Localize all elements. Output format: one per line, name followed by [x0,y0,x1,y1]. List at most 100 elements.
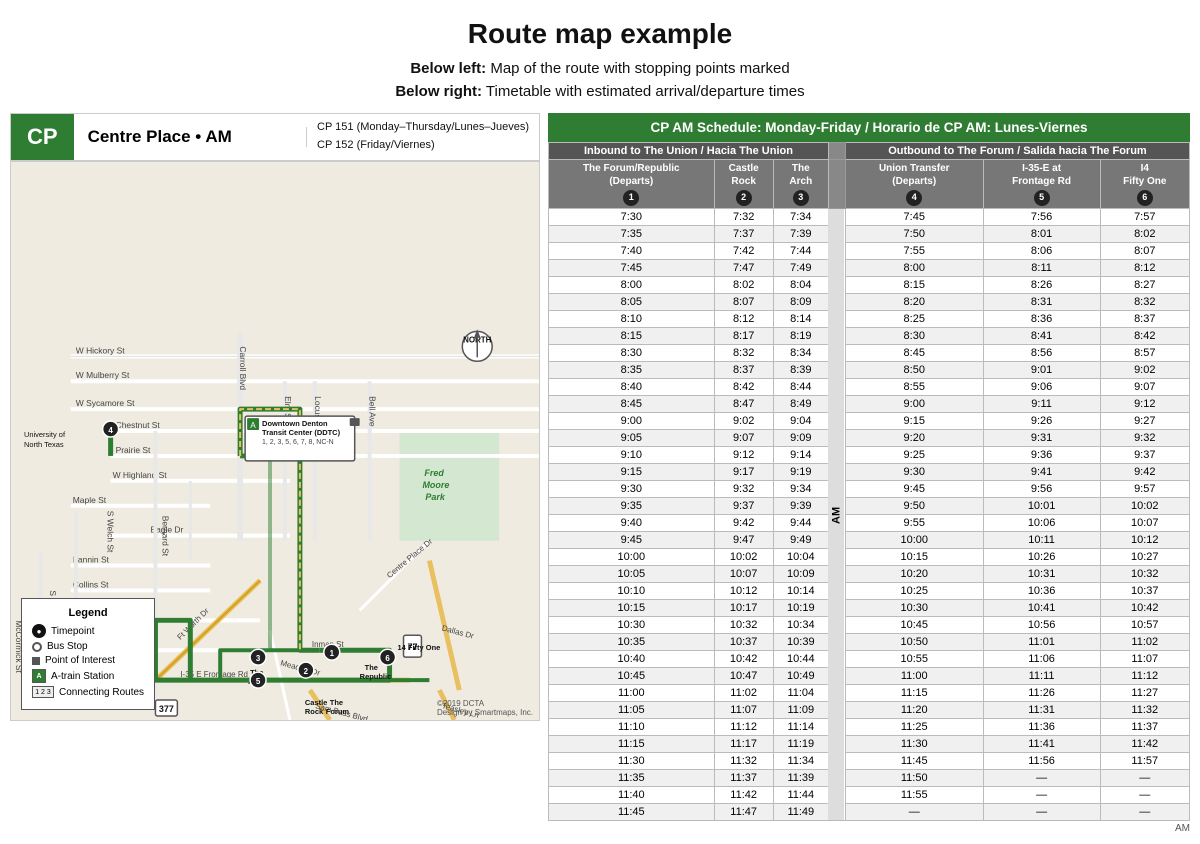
time-cell: 11:42 [1100,736,1189,753]
time-cell: 10:57 [1100,617,1189,634]
svg-text:Republic: Republic [360,672,392,681]
time-cell: 8:04 [773,277,828,294]
svg-text:Rock: Rock [305,707,324,716]
table-row: 8:308:328:348:458:568:57 [549,345,1190,362]
time-cell: 10:26 [983,549,1100,566]
schedule-header: CP AM Schedule: Monday-Friday / Horario … [548,113,1190,142]
table-row: 10:4010:4210:4410:5511:0611:07 [549,651,1190,668]
time-cell: 8:15 [549,328,715,345]
time-cell: 7:44 [773,243,828,260]
time-cell: 9:56 [983,481,1100,498]
time-cell: 11:05 [549,702,715,719]
time-cell: 11:37 [714,770,773,787]
time-cell: 7:47 [714,260,773,277]
time-cell: 10:42 [1100,600,1189,617]
time-cell: 11:49 [773,804,828,821]
schedule-tbody: 7:307:327:34AM7:457:567:577:357:377:397:… [549,209,1190,821]
svg-text:Collins St: Collins St [73,579,109,589]
time-cell: 8:07 [1100,243,1189,260]
poi-icon [32,657,40,665]
time-cell: 9:31 [983,430,1100,447]
time-cell: 8:19 [773,328,828,345]
time-cell: 9:39 [773,498,828,515]
time-cell: 9:32 [714,481,773,498]
time-cell: 10:45 [549,668,715,685]
col-header-6: I4Fifty One6 [1100,160,1189,209]
time-cell: 7:57 [1100,209,1189,226]
time-cell: 11:11 [983,668,1100,685]
time-cell: 11:40 [549,787,715,804]
time-cell: 9:57 [1100,481,1189,498]
time-cell: 10:25 [845,583,983,600]
time-cell: 11:37 [1100,719,1189,736]
time-cell: 11:32 [714,753,773,770]
table-row: 10:3010:3210:3410:4510:5610:57 [549,617,1190,634]
time-cell: 11:02 [714,685,773,702]
time-cell: 8:32 [1100,294,1189,311]
time-cell: 8:06 [983,243,1100,260]
time-cell: 10:56 [983,617,1100,634]
table-row: 7:407:427:447:558:068:07 [549,243,1190,260]
time-cell: 9:45 [549,532,715,549]
table-row: 8:458:478:499:009:119:12 [549,396,1190,413]
time-cell: 10:00 [845,532,983,549]
subtitle-right-bold: Below right: [395,83,482,100]
svg-text:Bell Ave: Bell Ave [368,396,378,427]
time-cell: — [983,787,1100,804]
legend-item-poi: Point of Interest [32,655,144,666]
time-cell: 11:15 [549,736,715,753]
table-row: 10:1010:1210:1410:2510:3610:37 [549,583,1190,600]
svg-text:University of: University of [24,430,66,439]
time-cell: 9:37 [1100,447,1189,464]
table-row: 8:108:128:148:258:368:37 [549,311,1190,328]
time-cell: 8:12 [714,311,773,328]
time-cell: 9:26 [983,413,1100,430]
outbound-group-header: Outbound to The Forum / Salida hacia The… [845,143,1189,160]
table-row: 9:109:129:149:259:369:37 [549,447,1190,464]
time-cell: 9:45 [845,481,983,498]
time-cell: 10:34 [773,617,828,634]
time-cell: 9:05 [549,430,715,447]
time-cell: 11:06 [983,651,1100,668]
time-cell: 8:17 [714,328,773,345]
connecting-label: Connecting Routes [59,687,144,698]
time-cell: 9:00 [549,413,715,430]
time-cell: 11:14 [773,719,828,736]
time-cell: 11:56 [983,753,1100,770]
time-cell: 10:07 [714,566,773,583]
time-cell: 10:07 [1100,515,1189,532]
time-cell: 7:39 [773,226,828,243]
time-cell: 8:02 [714,277,773,294]
time-cell: 7:49 [773,260,828,277]
time-cell: 9:07 [1100,379,1189,396]
inbound-group-header: Inbound to The Union / Hacia The Union [549,143,829,160]
time-cell: 9:12 [1100,396,1189,413]
time-cell: 11:00 [845,668,983,685]
time-cell: 7:32 [714,209,773,226]
time-cell: 10:01 [983,498,1100,515]
atrain-icon: A [32,669,46,683]
time-cell: 8:09 [773,294,828,311]
svg-text:Forum: Forum [326,707,350,716]
time-cell: 11:34 [773,753,828,770]
time-cell: 11:12 [1100,668,1189,685]
timepoint-icon: ● [32,624,46,638]
time-cell: 8:50 [845,362,983,379]
table-row: 7:357:377:397:508:018:02 [549,226,1190,243]
time-cell: 9:06 [983,379,1100,396]
time-cell: 8:56 [983,345,1100,362]
time-cell: 10:15 [549,600,715,617]
svg-text:Downtown Denton: Downtown Denton [262,419,328,428]
time-cell: 9:07 [714,430,773,447]
time-cell: — [1100,787,1189,804]
time-cell: 8:44 [773,379,828,396]
svg-text:S Welch St: S Welch St [106,511,116,553]
busstop-label: Bus Stop [47,641,88,652]
time-cell: 11:47 [714,804,773,821]
svg-text:The: The [365,663,378,672]
table-row: 11:3511:3711:3911:50—— [549,770,1190,787]
time-cell: 10:02 [714,549,773,566]
time-cell: 8:25 [845,311,983,328]
time-cell: 11:07 [1100,651,1189,668]
legend: Legend ● Timepoint Bus Stop Point of Int… [21,598,155,710]
